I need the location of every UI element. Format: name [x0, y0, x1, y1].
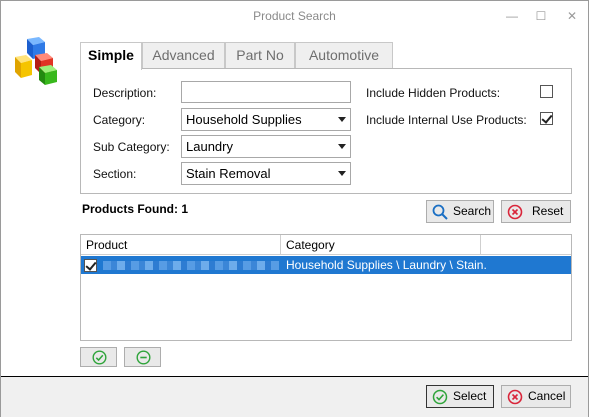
- search-icon: [432, 204, 448, 220]
- simple-search-panel: Description: Category: Household Supplie…: [80, 68, 572, 194]
- cancel-button[interactable]: Cancel: [501, 385, 571, 408]
- column-header-product[interactable]: Product: [81, 235, 281, 255]
- include-internal-checkbox[interactable]: [540, 112, 553, 125]
- products-found-count: Products Found: 1: [82, 202, 188, 216]
- cancel-button-label: Cancel: [528, 389, 566, 403]
- column-header-category[interactable]: Category: [281, 235, 481, 255]
- tab-simple[interactable]: Simple: [80, 42, 142, 70]
- dialog-footer: Select Cancel: [1, 376, 588, 417]
- maximize-button[interactable]: ☐: [530, 7, 552, 25]
- window-title: Product Search: [253, 9, 336, 23]
- tab-part-no[interactable]: Part No: [225, 42, 295, 69]
- subcategory-select[interactable]: Laundry: [181, 135, 351, 158]
- title-bar: Product Search — ☐ ✕: [1, 1, 588, 33]
- chevron-down-icon: [338, 117, 346, 122]
- chevron-down-icon: [338, 171, 346, 176]
- product-search-window: Product Search — ☐ ✕ Simple Advanced Par…: [0, 0, 589, 417]
- deselect-all-button[interactable]: [124, 347, 161, 367]
- section-value: Stain Removal: [186, 166, 271, 181]
- table-row[interactable]: Household Supplies \ Laundry \ Stain...: [81, 256, 571, 274]
- include-hidden-label: Include Hidden Products:: [366, 86, 501, 100]
- tab-automotive[interactable]: Automotive: [295, 42, 393, 69]
- subcategory-value: Laundry: [186, 139, 233, 154]
- search-button[interactable]: Search: [426, 200, 494, 223]
- product-name-redacted: [103, 261, 279, 270]
- minimize-button[interactable]: —: [501, 7, 523, 25]
- reset-button[interactable]: Reset: [501, 200, 571, 223]
- select-button[interactable]: Select: [426, 385, 494, 408]
- subcategory-label: Sub Category:: [93, 140, 170, 154]
- select-button-label: Select: [453, 389, 487, 403]
- category-value: Household Supplies: [186, 112, 302, 127]
- description-input[interactable]: [181, 81, 351, 103]
- section-label: Section:: [93, 167, 137, 181]
- description-label: Description:: [93, 86, 157, 100]
- section-select[interactable]: Stain Removal: [181, 162, 351, 185]
- close-circle-icon: [507, 389, 523, 405]
- include-internal-label: Include Internal Use Products:: [366, 113, 527, 127]
- select-all-button[interactable]: [80, 347, 117, 367]
- colored-blocks-icon: [13, 37, 65, 85]
- product-cell: [81, 256, 82, 274]
- tab-advanced[interactable]: Advanced: [142, 42, 225, 69]
- minus-circle-icon: [136, 350, 151, 365]
- reset-button-label: Reset: [532, 204, 564, 218]
- results-grid: Product Category Household Supplies \ La…: [80, 234, 572, 341]
- chevron-down-icon: [338, 144, 346, 149]
- category-select[interactable]: Household Supplies: [181, 108, 351, 131]
- check-circle-icon: [92, 350, 107, 365]
- category-cell: Household Supplies \ Laundry \ Stain...: [286, 258, 486, 272]
- search-button-label: Search: [453, 204, 492, 218]
- reset-icon: [507, 204, 523, 220]
- category-label: Category:: [93, 113, 146, 127]
- check-circle-icon: [432, 389, 448, 405]
- row-select-checkbox[interactable]: [84, 259, 97, 272]
- column-header-extra[interactable]: [481, 235, 571, 255]
- grid-header: Product Category: [81, 235, 571, 255]
- close-button[interactable]: ✕: [561, 7, 583, 25]
- include-hidden-checkbox[interactable]: [540, 85, 553, 98]
